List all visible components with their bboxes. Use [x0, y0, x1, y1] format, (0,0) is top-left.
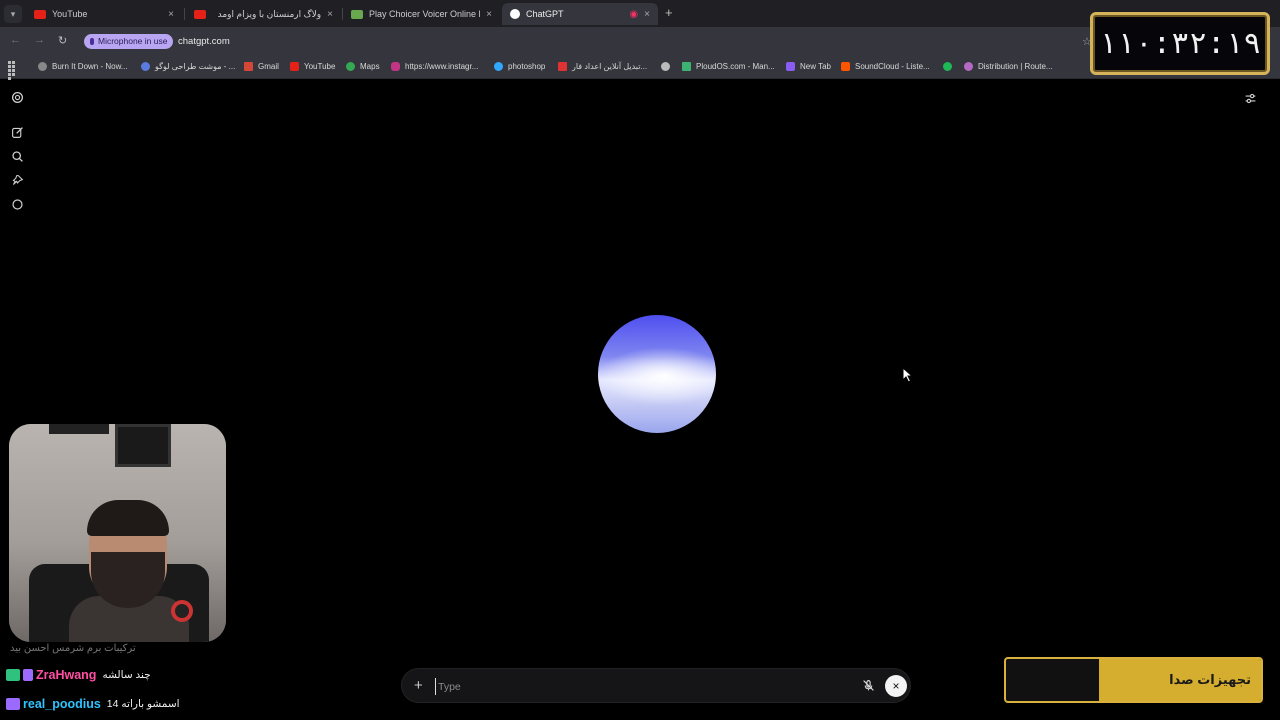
stream-clock: ۱۱۰:۳۲:۱۹ [1090, 12, 1270, 75]
tab-close-icon[interactable]: × [486, 9, 492, 20]
tab-separator [184, 8, 185, 20]
globe-icon [661, 62, 670, 71]
bookmark-item[interactable]: YouTube [290, 62, 335, 71]
chat-message: real_poodius اسمشو باراته 14 [6, 697, 180, 711]
tab-search-icon[interactable]: ▾ [4, 5, 22, 23]
message-input[interactable] [435, 678, 815, 695]
tab-strip: ▾ YouTube × ولاگ ارمنستان با ویزام اومد … [0, 0, 1280, 27]
bookmark-item[interactable]: موشت طراحی لوگو - ... [141, 62, 235, 71]
bookmark-label: PloudOS.com - Man... [696, 62, 775, 71]
bookmarks-bar: Burn It Down - Now... موشت طراحی لوگو - … [0, 55, 1280, 80]
tab-title: ولاگ ارمنستان با ویزام اومد [217, 8, 322, 19]
bookmark-item[interactable] [661, 62, 675, 71]
gmail-icon [244, 62, 253, 71]
pin-icon[interactable] [11, 174, 24, 187]
bookmark-label: موشت طراحی لوگو - ... [155, 62, 236, 71]
routenote-icon [964, 62, 973, 71]
bookmark-item[interactable]: New Tab [786, 62, 831, 71]
bookmark-label: Gmail [258, 62, 279, 71]
bookmark-label: تبدیل آنلاین اعداد فار... [572, 62, 648, 71]
globe-icon [38, 62, 47, 71]
bookmark-label: Burn It Down - Now... [52, 62, 128, 71]
chat-username: real_poodius [23, 697, 101, 711]
chat-badge-icon [23, 669, 33, 681]
bookmark-item[interactable]: photoshop [494, 62, 545, 71]
bookmark-label: YouTube [304, 62, 336, 71]
chat-message: ZraHwang چند سالشه [6, 668, 151, 682]
cv-favicon-icon [351, 9, 363, 19]
address-bar: ← → ↻ Microphone in use chatgpt.com ☆ [0, 27, 1280, 55]
bookmark-item[interactable]: Gmail [244, 62, 279, 71]
play-icon [682, 62, 691, 71]
chat-badge-icon [6, 669, 20, 681]
tab-title: ChatGPT [526, 9, 564, 19]
tab-title: Play Choicer Voicer Online Free [369, 9, 480, 19]
bookmark-item[interactable]: Burn It Down - Now... [38, 62, 128, 71]
photoshop-icon [494, 62, 503, 71]
chatgpt-favicon-icon [510, 9, 520, 19]
mic-muted-icon[interactable] [862, 679, 875, 692]
bookmark-label: Maps [360, 62, 380, 71]
soundcloud-icon [841, 62, 850, 71]
clock-time: ۱۱۰:۳۲:۱۹ [1098, 26, 1262, 61]
bookmark-item[interactable] [943, 62, 957, 71]
instagram-icon [391, 62, 400, 71]
webcam-feed [9, 424, 226, 642]
bookmark-item[interactable]: Distribution | Route... [964, 62, 1053, 71]
bookmark-label: https://www.instagr... [405, 62, 479, 71]
chat-badge-icon [6, 698, 20, 710]
search-icon[interactable] [11, 150, 24, 163]
chat-message-faded: ترکیبات برم شرمس احسن بید [10, 643, 136, 654]
bookmark-label: New Tab [800, 62, 831, 71]
microphone-in-use-chip[interactable]: Microphone in use [84, 34, 174, 49]
tab-close-icon[interactable]: × [644, 9, 650, 20]
recording-indicator-icon: ◉ [629, 8, 639, 20]
new-tab-button[interactable]: + [665, 5, 673, 20]
bookmark-item[interactable]: https://www.instagr... [391, 62, 478, 71]
tab-close-icon[interactable]: × [327, 9, 333, 20]
voice-mode-orb [598, 315, 716, 433]
attach-plus-button[interactable]: + [414, 677, 423, 694]
chat-text: چند سالشه [102, 669, 151, 681]
youtube-favicon-icon [194, 9, 206, 19]
back-arrow-icon[interactable]: ← [10, 34, 21, 46]
voice-settings-icon[interactable] [1244, 92, 1257, 105]
bookmark-label: Distribution | Route... [978, 62, 1053, 71]
new-tab-icon [786, 62, 795, 71]
bookmark-label: SoundCloud - Liste... [855, 62, 930, 71]
tab-armenia-vlog[interactable]: ولاگ ارمنستان با ویزام اومد × [186, 3, 341, 25]
bookmark-item[interactable]: تبدیل آنلاین اعداد فار... [558, 62, 647, 71]
forward-arrow-icon[interactable]: → [34, 34, 45, 46]
youtube-favicon-icon [34, 9, 46, 19]
openai-logo-icon[interactable] [11, 91, 24, 104]
bookmark-label: photoshop [508, 62, 546, 71]
tab-choicer-voicer[interactable]: Play Choicer Voicer Online Free × [343, 3, 500, 25]
url-field[interactable]: chatgpt.com [178, 36, 230, 47]
sound-equipment-overlay: تجهیزات صدا [1004, 657, 1263, 703]
reload-icon[interactable]: ↻ [58, 34, 67, 47]
bookmark-item[interactable]: SoundCloud - Liste... [841, 62, 930, 71]
maps-pin-icon [346, 62, 355, 71]
bookmark-item[interactable]: Maps [346, 62, 380, 71]
tab-chatgpt[interactable]: ChatGPT ◉ × [502, 3, 658, 25]
youtube-icon [290, 62, 299, 71]
spotify-icon [943, 62, 952, 71]
flag-icon [558, 62, 567, 71]
tab-title: YouTube [52, 9, 88, 19]
voice-composer: + × [401, 668, 911, 703]
chat-bubble-icon[interactable] [11, 198, 24, 211]
bookmark-item[interactable]: PloudOS.com - Man... [682, 62, 775, 71]
tab-youtube[interactable]: YouTube × [26, 3, 182, 25]
chat-username: ZraHwang [36, 668, 97, 682]
tab-close-icon[interactable]: × [168, 9, 174, 20]
apps-grid-icon[interactable] [8, 61, 19, 80]
overlay-label: تجهیزات صدا [1169, 672, 1251, 687]
site-icon [141, 62, 150, 71]
end-voice-button[interactable]: × [885, 675, 907, 697]
mouse-cursor-icon [902, 367, 914, 383]
new-chat-icon[interactable] [11, 126, 24, 139]
chat-text: اسمشو باراته 14 [106, 698, 180, 710]
